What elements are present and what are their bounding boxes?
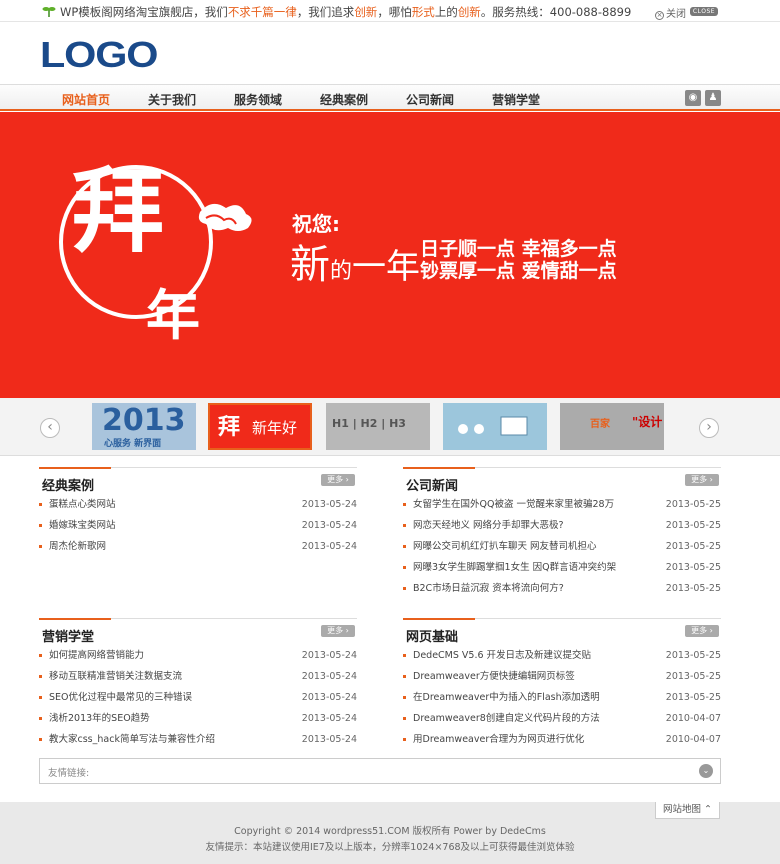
thumb-1[interactable]: 2013 心服务 新界面 xyxy=(92,403,196,450)
close-button[interactable]: CLOSE xyxy=(690,7,718,16)
banner-nian-char: 年 xyxy=(146,284,200,347)
footer-tip: 友情提示：本站建议使用IE7及以上版本，分辨率1024×768及以上可获得最佳浏… xyxy=(205,842,575,853)
thumb-3-text: H1 | H2 | H3 xyxy=(332,417,406,430)
section-web-title: 网页基础 xyxy=(406,630,459,645)
thumb-3[interactable]: H1 | H2 | H3 xyxy=(326,403,430,450)
friend-links-bar[interactable]: 友情链接: ⌄ xyxy=(39,758,721,784)
section-news: 公司新闻 更多 › 女留学生在国外QQ被盗 一觉醒来家里被骗28万 2013-05… xyxy=(403,467,721,599)
site-logo[interactable]: LOGO xyxy=(40,34,158,76)
thumb-2-bai: 拜 xyxy=(218,415,241,440)
nav-item-about[interactable]: 关于我们 xyxy=(148,91,196,108)
list-item[interactable]: 移动互联精准营销关注数据支流 2013-05-24 xyxy=(39,666,357,687)
section-accent xyxy=(39,618,111,620)
list-item[interactable]: B2C市场日益沉寂 资本将流向何方? 2013-05-25 xyxy=(403,578,721,599)
marketing-list: 如何提高网络营销能力 2013-05-24 移动互联精准营销关注数据支流 2013-… xyxy=(39,645,357,750)
list-item[interactable]: 女留学生在国外QQ被盗 一觉醒来家里被骗28万 2013-05-25 xyxy=(403,494,721,515)
top-bar: WP模板阁网络淘宝旗舰店，我们不求千篇一律，我们追求创新，哪怕形式上的创新。服务… xyxy=(0,0,780,22)
nav-item-services[interactable]: 服务领域 xyxy=(234,91,282,108)
section-web: 网页基础 更多 › DedeCMS V5.6 开发日志及新建议提交贴 2013-0… xyxy=(403,618,721,750)
list-item[interactable]: 网恋天经地义 网络分手却罪大恶极? 2013-05-25 xyxy=(403,515,721,536)
section-marketing-head: 营销学堂 更多 › xyxy=(39,618,357,645)
section-marketing-title: 营销学堂 xyxy=(42,630,95,645)
section-accent xyxy=(403,467,475,469)
web-more-button[interactable]: 更多 › xyxy=(685,625,719,637)
header: LOGO xyxy=(0,22,780,84)
section-accent xyxy=(403,618,475,620)
list-item[interactable]: 在Dreamweaver中为插入的Flash添加透明 2013-05-25 xyxy=(403,687,721,708)
thumb-4[interactable] xyxy=(443,403,547,450)
next-arrow-icon[interactable]: › xyxy=(699,418,719,438)
leaf-icon xyxy=(42,7,56,17)
qq-icon[interactable]: ♟ xyxy=(705,90,721,106)
sitemap-button[interactable]: 网站地图 ⌃ xyxy=(655,802,720,819)
list-item[interactable]: DedeCMS V5.6 开发日志及新建议提交贴 2013-05-25 xyxy=(403,645,721,666)
section-news-head: 公司新闻 更多 › xyxy=(403,467,721,494)
thumb-4-art xyxy=(458,416,528,436)
list-item[interactable]: 网曝公交司机红灯扒车聊天 网友替司机担心 2013-05-25 xyxy=(403,536,721,557)
list-item[interactable]: 用Dreamweaver合理为为网页进行优化 2010-04-07 xyxy=(403,729,721,750)
list-item[interactable]: 教大家css_hack简单写法与兼容性介绍 2013-05-24 xyxy=(39,729,357,750)
main-nav: 网站首页 关于我们 服务领域 经典案例 公司新闻 营销学堂 ◉ ♟ xyxy=(0,84,780,111)
chevron-down-icon[interactable]: ⌄ xyxy=(699,764,713,778)
prev-arrow-icon[interactable]: ‹ xyxy=(40,418,60,438)
banner-line-2: 钞票厚一点 爱情甜一点 xyxy=(420,260,617,282)
list-item[interactable]: SEO优化过程中最常见的三种错误 2013-05-24 xyxy=(39,687,357,708)
section-web-head: 网页基础 更多 › xyxy=(403,618,721,645)
thumb-2-text: 新年好 xyxy=(252,419,298,437)
cases-list: 蛋糕点心类网站 2013-05-24 婚嫁珠宝类网站 2013-05-24 周杰伦新… xyxy=(39,494,357,557)
slogan-text: WP模板阁网络淘宝旗舰店，我们不求千篇一律，我们追求创新，哪怕形式上的创新。服务… xyxy=(60,5,632,19)
thumb-5-text-b: "设计 xyxy=(632,415,663,429)
friend-links-label: 友情链接: xyxy=(48,768,90,779)
section-cases: 经典案例 更多 › 蛋糕点心类网站 2013-05-24 婚嫁珠宝类网站 2013-… xyxy=(39,467,357,557)
section-marketing: 营销学堂 更多 › 如何提高网络营销能力 2013-05-24 移动互联精准营销关… xyxy=(39,618,357,750)
news-list: 女留学生在国外QQ被盗 一觉醒来家里被骗28万 2013-05-25 网恋天经地义… xyxy=(403,494,721,599)
section-cases-head: 经典案例 更多 › xyxy=(39,467,357,494)
nav-item-news[interactable]: 公司新闻 xyxy=(406,91,454,108)
close-icon: × xyxy=(655,11,664,20)
banner-new-year: 新的一年 xyxy=(290,242,421,288)
list-item[interactable]: 蛋糕点心类网站 2013-05-24 xyxy=(39,494,357,515)
nav-item-home[interactable]: 网站首页 xyxy=(62,91,110,108)
web-list: DedeCMS V5.6 开发日志及新建议提交贴 2013-05-25 Dream… xyxy=(403,645,721,750)
list-item[interactable]: 婚嫁珠宝类网站 2013-05-24 xyxy=(39,515,357,536)
list-item[interactable]: Dreamweaver方便快捷编辑网页标签 2013-05-25 xyxy=(403,666,721,687)
list-item[interactable]: 浅析2013年的SEO趋势 2013-05-24 xyxy=(39,708,357,729)
thumb-5[interactable]: 百家 "设计 xyxy=(560,403,664,450)
nav-item-marketing[interactable]: 营销学堂 xyxy=(492,91,540,108)
thumb-1-sub: 心服务 新界面 xyxy=(104,439,162,449)
list-item[interactable]: 网曝3女学生脚踢掌掴1女生 因Q群言语冲突约架 2013-05-25 xyxy=(403,557,721,578)
marketing-more-button[interactable]: 更多 › xyxy=(321,625,355,637)
weibo-icon[interactable]: ◉ xyxy=(685,90,701,106)
list-item[interactable]: 如何提高网络营销能力 2013-05-24 xyxy=(39,645,357,666)
thumb-2[interactable]: 拜 新年好 xyxy=(208,403,312,450)
thumb-1-title: 2013 xyxy=(102,403,186,438)
footer-copyright: Copyright © 2014 wordpress51.COM 版权所有 Po… xyxy=(234,826,546,837)
section-news-title: 公司新闻 xyxy=(406,479,459,494)
hero-banner[interactable]: 拜 年 祝您: 新的一年 日子顺一点 幸福多一点 钞票厚一点 爱情甜一点 xyxy=(0,112,780,398)
list-item[interactable]: Dreamweaver8创建自定义代码片段的方法 2010-04-07 xyxy=(403,708,721,729)
close-link[interactable]: × 关闭 xyxy=(655,5,686,20)
section-cases-title: 经典案例 xyxy=(42,479,95,494)
chevron-up-icon: ⌃ xyxy=(704,804,712,815)
news-more-button[interactable]: 更多 › xyxy=(685,474,719,486)
thumb-5-text-a: 百家 xyxy=(590,419,610,430)
banner-bai-char: 拜 xyxy=(72,158,165,265)
nav-active-underline xyxy=(50,109,116,111)
section-accent xyxy=(39,467,111,469)
nav-item-cases[interactable]: 经典案例 xyxy=(320,91,368,108)
list-item[interactable]: 周杰伦新歌网 2013-05-24 xyxy=(39,536,357,557)
cases-more-button[interactable]: 更多 › xyxy=(321,474,355,486)
